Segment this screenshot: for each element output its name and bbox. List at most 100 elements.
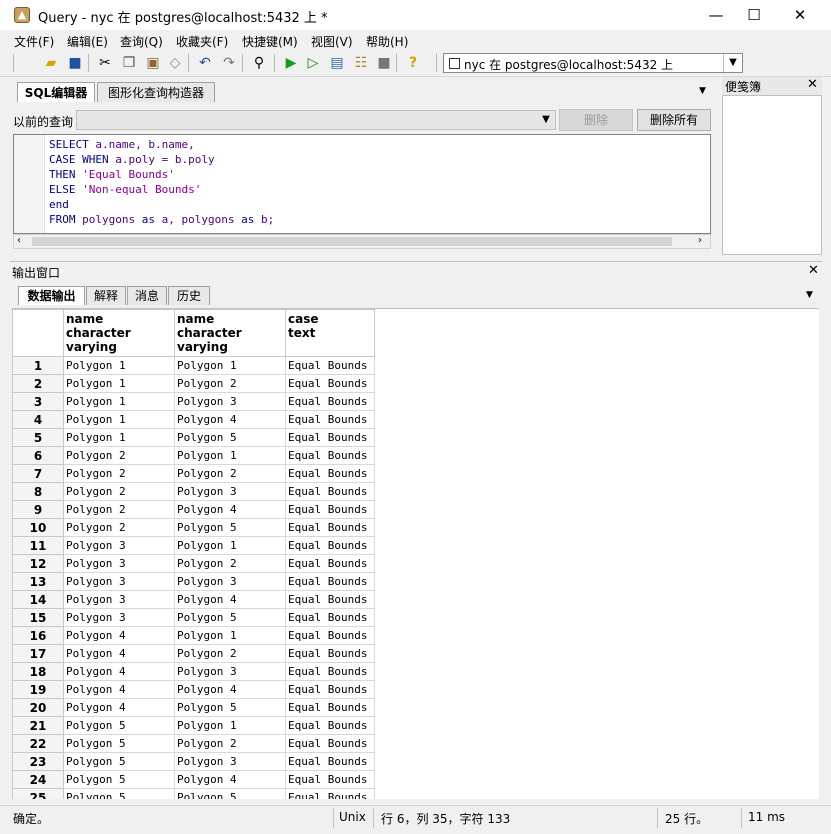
table-cell[interactable]: Polygon 2 — [174, 464, 286, 483]
tab-messages[interactable]: 消息 — [127, 286, 167, 305]
table-cell[interactable]: Equal Bounds — [285, 716, 375, 735]
find-icon[interactable]: ⚲ — [250, 54, 268, 72]
table-cell[interactable]: Polygon 1 — [63, 428, 175, 447]
table-cell[interactable]: Polygon 4 — [63, 626, 175, 645]
table-cell[interactable]: Equal Bounds — [285, 572, 375, 591]
table-cell[interactable]: Polygon 3 — [174, 752, 286, 771]
redo-icon[interactable]: ↷ — [220, 54, 238, 72]
table-row[interactable]: 1 Polygon 1 Polygon 1 Equal Bounds — [12, 356, 375, 375]
table-row[interactable]: 13 Polygon 3 Polygon 3 Equal Bounds — [12, 572, 375, 591]
table-row[interactable]: 5 Polygon 1 Polygon 5 Equal Bounds — [12, 428, 375, 447]
table-row[interactable]: 18 Polygon 4 Polygon 3 Equal Bounds — [12, 662, 375, 681]
row-number-cell[interactable]: 4 — [12, 410, 64, 429]
row-number-cell[interactable]: 20 — [12, 698, 64, 717]
tab-history[interactable]: 历史 — [168, 286, 210, 305]
table-row[interactable]: 7 Polygon 2 Polygon 2 Equal Bounds — [12, 464, 375, 483]
table-row[interactable]: 24 Polygon 5 Polygon 4 Equal Bounds — [12, 770, 375, 789]
sql-editor[interactable]: SELECT a.name, b.name, CASE WHEN a.poly =… — [13, 134, 711, 234]
row-number-cell[interactable]: 1 — [12, 356, 64, 375]
table-cell[interactable]: Equal Bounds — [285, 356, 375, 375]
table-cell[interactable]: Polygon 3 — [174, 482, 286, 501]
table-cell[interactable]: Polygon 4 — [63, 662, 175, 681]
row-number-cell[interactable]: 14 — [12, 590, 64, 609]
editor-horizontal-scrollbar[interactable]: ‹ › — [13, 234, 711, 249]
table-cell[interactable]: Polygon 3 — [63, 608, 175, 627]
row-number-cell[interactable]: 18 — [12, 662, 64, 681]
table-cell[interactable]: Equal Bounds — [285, 788, 375, 799]
table-cell[interactable]: Equal Bounds — [285, 770, 375, 789]
table-cell[interactable]: Polygon 3 — [174, 572, 286, 591]
table-row[interactable]: 16 Polygon 4 Polygon 1 Equal Bounds — [12, 626, 375, 645]
table-cell[interactable]: Polygon 1 — [174, 446, 286, 465]
table-cell[interactable]: Polygon 4 — [174, 410, 286, 429]
table-row[interactable]: 11 Polygon 3 Polygon 1 Equal Bounds — [12, 536, 375, 555]
table-cell[interactable]: Polygon 1 — [174, 356, 286, 375]
table-cell[interactable]: Polygon 2 — [174, 374, 286, 393]
table-cell[interactable]: Polygon 3 — [174, 662, 286, 681]
close-button[interactable]: ✕ — [777, 0, 823, 30]
table-row[interactable]: 14 Polygon 3 Polygon 4 Equal Bounds — [12, 590, 375, 609]
code-line[interactable]: end — [49, 198, 69, 211]
table-cell[interactable]: Polygon 4 — [63, 680, 175, 699]
table-cell[interactable]: Polygon 3 — [63, 572, 175, 591]
table-row[interactable]: 17 Polygon 4 Polygon 2 Equal Bounds — [12, 644, 375, 663]
row-number-cell[interactable]: 3 — [12, 392, 64, 411]
row-number-cell[interactable]: 9 — [12, 500, 64, 519]
table-cell[interactable]: Polygon 5 — [63, 770, 175, 789]
table-cell[interactable]: Equal Bounds — [285, 734, 375, 753]
code-line[interactable]: CASE WHEN a.poly = b.poly — [49, 153, 215, 166]
help-icon[interactable]: ? — [404, 54, 422, 72]
table-row[interactable]: 9 Polygon 2 Polygon 4 Equal Bounds — [12, 500, 375, 519]
row-number-cell[interactable]: 22 — [12, 734, 64, 753]
column-header-name-b[interactable]: name character varying — [174, 309, 286, 357]
row-number-cell[interactable]: 11 — [12, 536, 64, 555]
tab-explain[interactable]: 解释 — [86, 286, 126, 305]
scroll-left-icon[interactable]: ‹ — [17, 235, 21, 246]
cancel-query-icon[interactable]: ■ — [375, 54, 393, 72]
previous-query-select[interactable]: ▼ — [76, 110, 556, 130]
table-cell[interactable]: Polygon 1 — [174, 626, 286, 645]
table-cell[interactable]: Polygon 3 — [63, 536, 175, 555]
table-cell[interactable]: Polygon 3 — [63, 590, 175, 609]
table-cell[interactable]: Equal Bounds — [285, 698, 375, 717]
open-folder-icon[interactable]: ▰ — [42, 54, 60, 72]
copy-icon[interactable]: ❐ — [120, 54, 138, 72]
table-row[interactable]: 23 Polygon 5 Polygon 3 Equal Bounds — [12, 752, 375, 771]
table-cell[interactable]: Polygon 2 — [174, 734, 286, 753]
row-number-cell[interactable]: 12 — [12, 554, 64, 573]
table-cell[interactable]: Equal Bounds — [285, 536, 375, 555]
table-cell[interactable]: Polygon 5 — [174, 698, 286, 717]
tab-data-output[interactable]: 数据输出 — [18, 286, 85, 305]
table-cell[interactable]: Polygon 5 — [174, 518, 286, 537]
table-cell[interactable]: Equal Bounds — [285, 500, 375, 519]
code-line[interactable]: ELSE 'Non-equal Bounds' — [49, 183, 201, 196]
row-number-cell[interactable]: 24 — [12, 770, 64, 789]
row-number-cell[interactable]: 10 — [12, 518, 64, 537]
row-number-cell[interactable]: 6 — [12, 446, 64, 465]
table-cell[interactable]: Equal Bounds — [285, 482, 375, 501]
table-row[interactable]: 15 Polygon 3 Polygon 5 Equal Bounds — [12, 608, 375, 627]
table-cell[interactable]: Equal Bounds — [285, 464, 375, 483]
table-cell[interactable]: Polygon 2 — [63, 464, 175, 483]
table-cell[interactable]: Polygon 5 — [63, 752, 175, 771]
delete-button[interactable]: 删除 — [559, 109, 633, 131]
execute-pgscript-icon[interactable]: ▷ — [304, 54, 322, 72]
table-cell[interactable]: Polygon 2 — [174, 554, 286, 573]
table-cell[interactable]: Equal Bounds — [285, 518, 375, 537]
undo-icon[interactable]: ↶ — [196, 54, 214, 72]
row-number-cell[interactable]: 25 — [12, 788, 64, 799]
code-line[interactable]: FROM polygons as a, polygons as b; — [49, 213, 274, 226]
tab-graphical-query-builder[interactable]: 图形化查询构造器 — [97, 82, 215, 102]
delete-all-button[interactable]: 删除所有 — [637, 109, 711, 131]
table-cell[interactable]: Equal Bounds — [285, 662, 375, 681]
table-row[interactable]: 8 Polygon 2 Polygon 3 Equal Bounds — [12, 482, 375, 501]
table-cell[interactable]: Polygon 2 — [63, 446, 175, 465]
table-cell[interactable]: Equal Bounds — [285, 626, 375, 645]
table-cell[interactable]: Polygon 5 — [174, 608, 286, 627]
row-number-cell[interactable]: 13 — [12, 572, 64, 591]
table-cell[interactable]: Equal Bounds — [285, 608, 375, 627]
row-number-cell[interactable]: 16 — [12, 626, 64, 645]
cut-icon[interactable]: ✂ — [96, 54, 114, 72]
tab-sql-editor[interactable]: SQL编辑器 — [17, 82, 95, 102]
table-cell[interactable]: Polygon 1 — [174, 716, 286, 735]
